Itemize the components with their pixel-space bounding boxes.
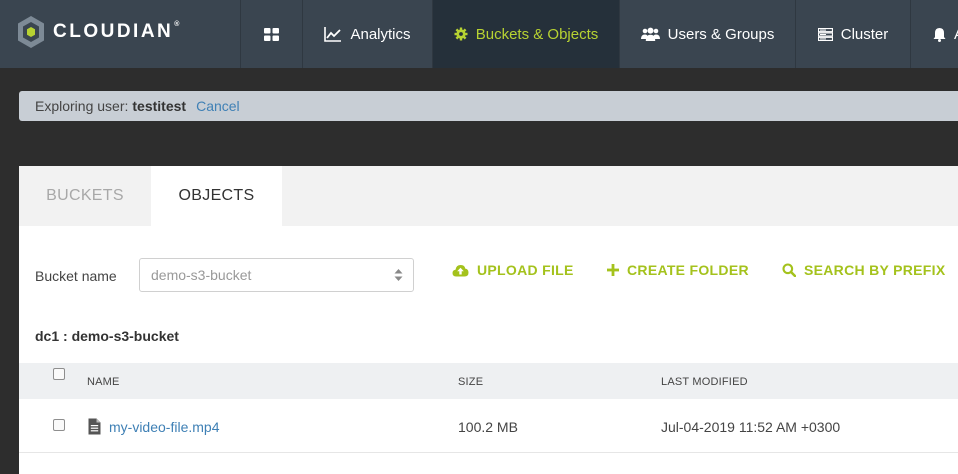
nav-cluster-label: Cluster — [840, 25, 889, 43]
bell-icon — [933, 27, 946, 42]
nav-alerts-label: A — [954, 26, 958, 43]
nav-buckets-objects-label: Buckets & Objects — [475, 25, 599, 43]
select-all-checkbox[interactable] — [53, 368, 65, 380]
exploring-user-name: testitest — [132, 98, 187, 114]
cloud-upload-icon — [452, 264, 469, 277]
bucket-select-value: demo-s3-bucket — [151, 267, 252, 283]
table-row: my-video-file.mp4 100.2 MB Jul-04-2019 1… — [19, 399, 958, 453]
exploring-user-banner: Exploring user: testitest Cancel — [19, 91, 958, 121]
tab-objects[interactable]: OBJECTS — [151, 166, 282, 226]
cloudian-logo[interactable]: CLOUDIAN® — [17, 15, 179, 49]
upload-file-label: UPLOAD FILE — [477, 262, 574, 278]
current-path: dc1 : demo-s3-bucket — [35, 328, 179, 344]
row-checkbox[interactable] — [53, 419, 65, 431]
nav-analytics[interactable]: Analytics — [302, 0, 432, 68]
create-folder-label: CREATE FOLDER — [627, 262, 749, 278]
nav-analytics-label: Analytics — [350, 25, 411, 43]
gear-icon — [454, 27, 468, 41]
exploring-user-prefix: Exploring user: — [35, 98, 129, 114]
nav-buckets-objects[interactable]: Buckets & Objects — [432, 0, 619, 68]
objects-panel: BUCKETS OBJECTS Bucket name demo-s3-buck… — [19, 166, 958, 474]
top-nav-bar: CLOUDIAN® Analytics Buckets & Objects Us… — [0, 0, 958, 68]
table-header: NAME SIZE LAST MODIFIED — [19, 363, 958, 399]
bucket-name-select[interactable]: demo-s3-bucket — [139, 258, 414, 292]
cloudian-logo-icon — [18, 16, 44, 48]
column-header-name[interactable]: NAME — [87, 376, 120, 388]
create-folder-button[interactable]: CREATE FOLDER — [607, 262, 749, 278]
cancel-explore-link[interactable]: Cancel — [196, 98, 240, 114]
upload-file-button[interactable]: UPLOAD FILE — [452, 262, 574, 278]
grid-icon — [264, 27, 279, 41]
search-icon — [782, 263, 796, 277]
logo-text: CLOUDIAN® — [53, 21, 180, 42]
nav-users-groups[interactable]: Users & Groups — [619, 0, 795, 68]
file-size: 100.2 MB — [458, 419, 518, 435]
file-last-modified: Jul-04-2019 11:52 AM +0300 — [661, 419, 841, 435]
file-name-link[interactable]: my-video-file.mp4 — [109, 419, 219, 435]
server-icon — [817, 27, 833, 41]
column-header-size[interactable]: SIZE — [458, 376, 483, 388]
bucket-name-label: Bucket name — [35, 268, 117, 284]
file-icon — [88, 418, 101, 440]
select-arrows-icon — [394, 268, 403, 285]
tab-buckets[interactable]: BUCKETS — [19, 166, 151, 226]
plus-icon — [607, 264, 619, 276]
nav-users-groups-label: Users & Groups — [667, 25, 775, 43]
search-by-prefix-button[interactable]: SEARCH BY PREFIX — [782, 262, 945, 278]
tab-bar: BUCKETS OBJECTS — [19, 166, 958, 226]
nav-dashboard[interactable] — [240, 0, 302, 68]
column-header-last-modified[interactable]: LAST MODIFIED — [661, 376, 748, 388]
users-icon — [640, 27, 660, 41]
nav-alerts[interactable]: A — [910, 0, 958, 68]
search-by-prefix-label: SEARCH BY PREFIX — [804, 262, 946, 278]
nav-cluster[interactable]: Cluster — [795, 0, 910, 68]
line-chart-icon — [324, 26, 342, 42]
